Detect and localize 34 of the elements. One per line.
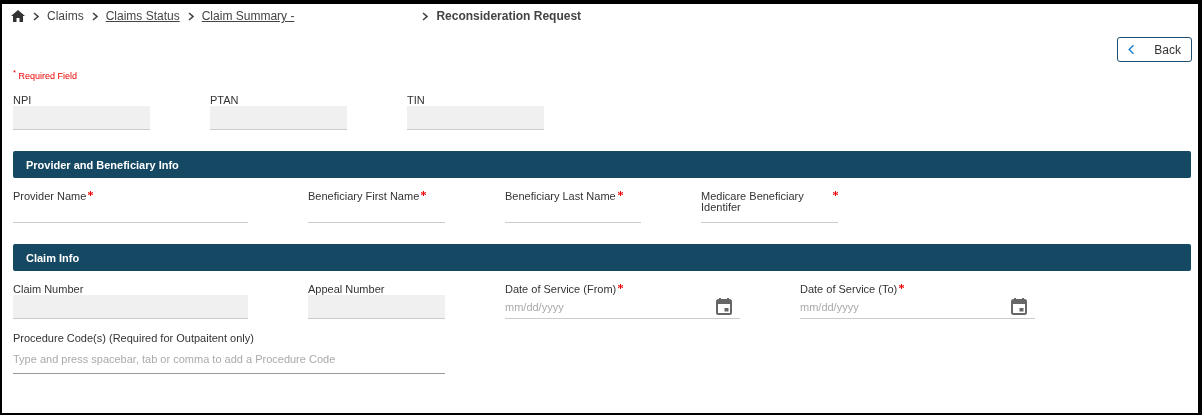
field-label: Procedure Code(s) (Required for Outpaitent only) [13,333,254,344]
field-label: Appeal Number [308,284,385,295]
home-icon[interactable] [11,10,25,22]
field-label: Date of Service (From) [505,284,617,295]
field-label: Beneficiary First Name [308,191,420,202]
input-field[interactable] [308,295,445,319]
field-label: NPI [13,95,32,106]
chevron-icon [187,11,194,21]
breadcrumb-link[interactable]: Claims Status [105,9,180,23]
chevron-left-icon [1128,43,1135,56]
input-field[interactable] [210,106,347,130]
input-field[interactable] [407,106,544,130]
breadcrumb-item: Claims [47,9,84,23]
field-label: TIN [407,95,425,106]
breadcrumb-link[interactable]: Claim Summary - [201,9,295,23]
input-field[interactable]: Type and press spacebar, tab or comma to add a Procedure Code [13,344,445,374]
chevron-icon [422,11,429,21]
section-header: Claim Info [13,244,1191,271]
field-label: Medicare Beneficiary Identifer [701,191,805,213]
input-field[interactable] [13,295,248,319]
field-label: PTAN [210,95,239,106]
field-label: Date of Service (To) [800,284,898,295]
input-field[interactable] [13,106,150,130]
required-note: $^{*}$ Required Field [13,68,78,81]
chevron-icon [91,11,98,21]
breadcrumb-item: Reconsideration Request [436,9,582,23]
back-button[interactable]: Back [1117,37,1192,62]
field-label: Provider Name [13,191,87,202]
section-header: Provider and Beneficiary Info [13,151,1191,178]
field-label: Claim Number [13,284,84,295]
calendar-icon[interactable] [716,298,732,315]
field-label: Beneficiary Last Name [505,191,616,202]
calendar-icon[interactable] [1011,298,1027,315]
chevron-icon [33,11,39,21]
